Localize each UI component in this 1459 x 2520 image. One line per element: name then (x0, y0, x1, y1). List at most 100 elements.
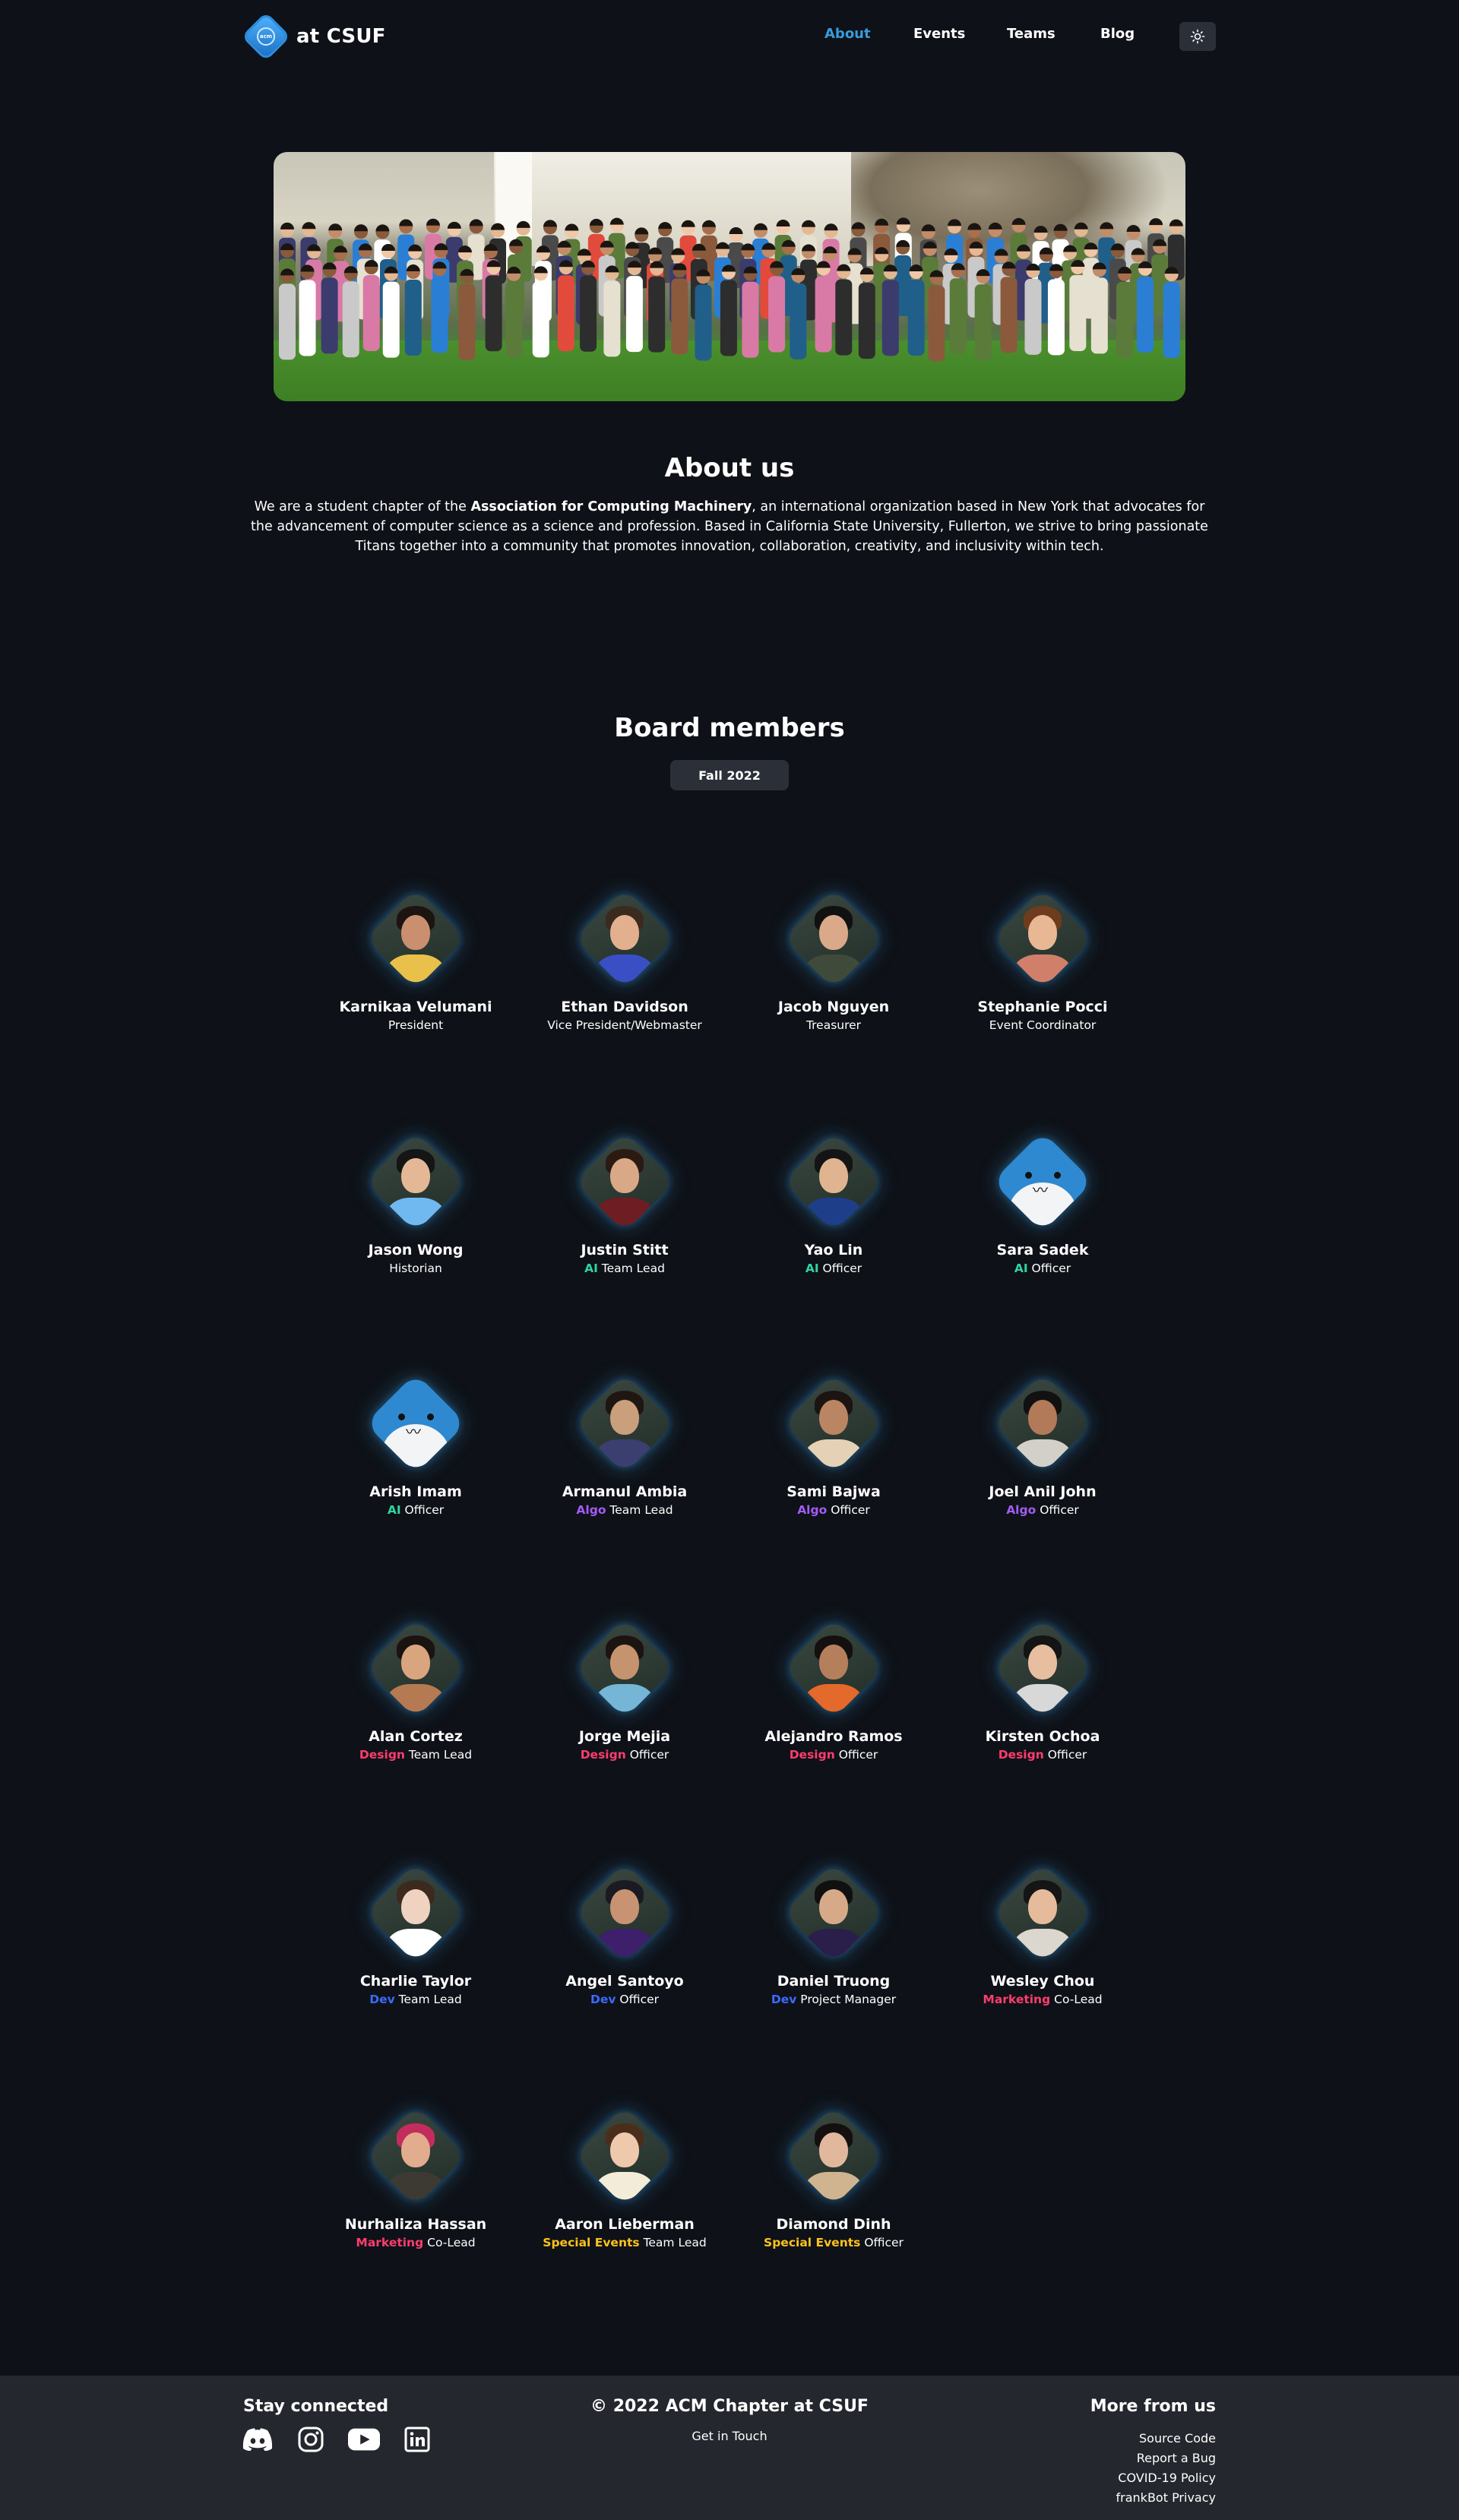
member-avatar (783, 888, 885, 989)
member-avatar (992, 1862, 1093, 1964)
nav-link-teams[interactable]: Teams (1007, 26, 1055, 42)
member-name: Karnikaa Velumani (339, 999, 492, 1015)
member-avatar (365, 1617, 467, 1719)
member-role-title: Officer (822, 1262, 862, 1275)
board-member-card: Aaron Lieberman Special Events Team Lead (511, 2099, 739, 2249)
board-member-card: Alan Cortez Design Team Lead (302, 1611, 530, 1762)
member-role-title: Co-Lead (427, 2236, 476, 2249)
member-role-title: Co-Lead (1054, 1993, 1103, 2006)
member-team-label: AI (387, 1503, 401, 1517)
board-member-card: Karnikaa Velumani President (302, 882, 530, 1032)
theme-toggle-button[interactable] (1179, 22, 1216, 51)
member-role-title: Event Coordinator (989, 1018, 1097, 1032)
term-select-button[interactable]: Fall 2022 (670, 760, 789, 790)
member-name: Jacob Nguyen (777, 999, 890, 1015)
member-role-title: Officer (831, 1503, 870, 1517)
member-name: Alan Cortez (369, 1728, 463, 1745)
member-role-title: Team Lead (609, 1503, 673, 1517)
covid-policy-link[interactable]: COVID-19 Policy (1116, 2468, 1216, 2488)
member-role: Algo Officer (720, 1503, 948, 1517)
brand-home-link[interactable]: acm at CSUF (244, 14, 386, 59)
member-role-title: Treasurer (805, 1018, 862, 1032)
board-member-card: Joel Anil John Algo Officer (929, 1366, 1157, 1517)
source-code-link[interactable]: Source Code (1116, 2429, 1216, 2449)
brand-text: at CSUF (296, 25, 386, 48)
member-role: Event Coordinator (929, 1018, 1157, 1032)
member-team-label: AI (1014, 1262, 1028, 1275)
board-member-card: Jacob Nguyen Treasurer (720, 882, 948, 1032)
member-avatar (992, 1617, 1093, 1719)
member-avatar (365, 888, 467, 989)
member-name: Joel Anil John (989, 1483, 1097, 1500)
about-description: We are a student chapter of the Associat… (251, 499, 1208, 554)
member-team-label: Algo (1006, 1503, 1036, 1517)
member-name: Ethan Davidson (561, 999, 688, 1015)
board-member-card: Wesley Chou Marketing Co-Lead (929, 1856, 1157, 2006)
member-avatar (365, 1862, 467, 1964)
member-avatar: 〰 (992, 1131, 1093, 1233)
member-role-title: Team Lead (601, 1262, 665, 1275)
member-team-label: AI (805, 1262, 819, 1275)
member-avatar (783, 1617, 885, 1719)
member-avatar (574, 1372, 676, 1474)
member-avatar (783, 1131, 885, 1233)
nav-link-about[interactable]: About (824, 26, 871, 42)
nav-link-events[interactable]: Events (913, 26, 965, 42)
member-name: Jorge Mejia (578, 1728, 671, 1745)
member-avatar (574, 1617, 676, 1719)
member-role: Dev Officer (511, 1993, 739, 2006)
footer: Stay connected © 2022 ACM Chapter at CSU… (0, 2376, 1459, 2520)
member-team-label: Design (359, 1748, 405, 1762)
member-avatar (574, 2105, 676, 2207)
member-name: Diamond Dinh (776, 2216, 891, 2233)
board-member-card: Kirsten Ochoa Design Officer (929, 1611, 1157, 1762)
member-name: Nurhaliza Hassan (344, 2216, 487, 2233)
board-member-card: Yao Lin AI Officer (720, 1125, 948, 1275)
frankbot-privacy-link[interactable]: frankBot Privacy (1116, 2488, 1216, 2508)
board-member-card: Nurhaliza Hassan Marketing Co-Lead (302, 2099, 530, 2249)
board-member-card: Angel Santoyo Dev Officer (511, 1856, 739, 2006)
member-role-title: Officer (1047, 1748, 1087, 1762)
member-name: Kirsten Ochoa (985, 1728, 1100, 1745)
member-team-label: Special Events (543, 2236, 640, 2249)
member-team-label: Special Events (764, 2236, 861, 2249)
board-member-card: Jason Wong Historian (302, 1125, 530, 1275)
nav-link-blog[interactable]: Blog (1100, 26, 1135, 42)
member-role: Design Officer (929, 1748, 1157, 1762)
member-role-title: Officer (838, 1748, 878, 1762)
member-role: Special Events Team Lead (511, 2236, 739, 2249)
report-bug-link[interactable]: Report a Bug (1116, 2449, 1216, 2468)
footer-more-title: More from us (1090, 2397, 1216, 2416)
member-avatar (574, 1131, 676, 1233)
member-role-title: Team Lead (643, 2236, 707, 2249)
member-role: President (302, 1018, 530, 1032)
board-member-card: 〰 Arish Imam AI Officer (302, 1366, 530, 1517)
member-team-label: Algo (797, 1503, 828, 1517)
member-name: Armanul Ambia (562, 1483, 688, 1500)
member-role: AI Officer (720, 1262, 948, 1275)
member-team-label: Design (789, 1748, 835, 1762)
member-name: Charlie Taylor (359, 1973, 472, 1990)
member-role: AI Officer (929, 1262, 1157, 1275)
get-in-touch-link[interactable]: Get in Touch (0, 2429, 1459, 2443)
member-role: Vice President/Webmaster (511, 1018, 739, 1032)
member-name: Wesley Chou (990, 1973, 1095, 1990)
board-member-card: Daniel Truong Dev Project Manager (720, 1856, 948, 2006)
member-role: Design Team Lead (302, 1748, 530, 1762)
member-role: Design Officer (720, 1748, 948, 1762)
member-role-title: Officer (1040, 1503, 1079, 1517)
member-role: AI Officer (302, 1503, 530, 1517)
member-avatar (783, 2105, 885, 2207)
member-role: Algo Officer (929, 1503, 1157, 1517)
about-title: About us (664, 453, 795, 483)
member-name: Alejandro Ramos (764, 1728, 903, 1745)
member-name: Arish Imam (369, 1483, 462, 1500)
member-name: Yao Lin (804, 1242, 863, 1258)
member-avatar (365, 2105, 467, 2207)
member-team-label: Dev (590, 1993, 616, 2006)
member-role: AI Team Lead (511, 1262, 739, 1275)
member-name: Aaron Lieberman (555, 2216, 695, 2233)
member-role-title: Project Manager (800, 1993, 897, 2006)
board-member-card: Stephanie Pocci Event Coordinator (929, 882, 1157, 1032)
member-avatar (783, 1862, 885, 1964)
